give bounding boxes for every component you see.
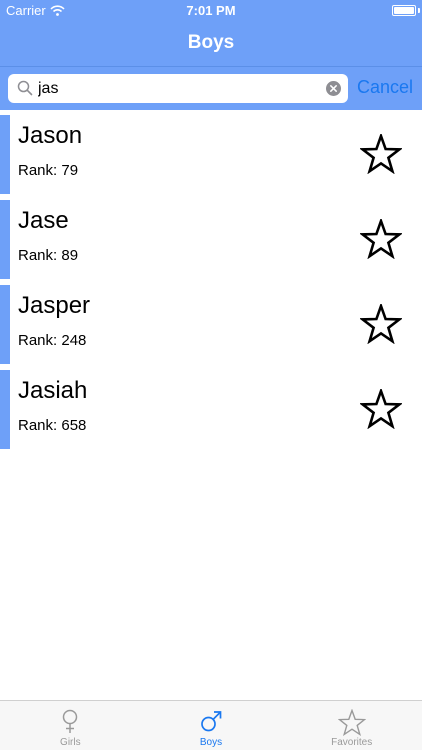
tab-label-favorites: Favorites	[331, 737, 373, 748]
battery-fill	[394, 7, 414, 14]
name-label: Jasiah	[18, 377, 88, 404]
favorite-star-icon[interactable]	[360, 389, 402, 429]
favorite-star-icon[interactable]	[360, 134, 402, 174]
results-list: Jason Rank: 79 Jase Rank: 89 Jasper Rank…	[0, 113, 422, 453]
close-icon	[330, 85, 337, 92]
cancel-button[interactable]: Cancel	[357, 77, 413, 98]
clear-search-icon[interactable]	[326, 81, 341, 96]
search-field[interactable]	[8, 74, 348, 103]
search-input[interactable]	[38, 78, 323, 99]
search-bar: Cancel	[0, 66, 422, 110]
female-symbol-icon	[63, 709, 78, 733]
list-item[interactable]: Jase Rank: 89	[0, 198, 422, 283]
tab-label-boys: Boys	[199, 737, 223, 748]
male-symbol-icon	[201, 711, 222, 732]
name-label: Jase	[18, 207, 69, 234]
row-accent-bar	[0, 115, 10, 194]
name-label: Jason	[18, 122, 83, 149]
tab-bar: Girls Boys Favorites	[0, 700, 422, 750]
status-time: 7:01 PM	[186, 3, 236, 18]
status-bar: Carrier 7:01 PM	[0, 0, 422, 22]
row-accent-bar	[0, 285, 10, 364]
search-icon	[17, 80, 33, 96]
list-item[interactable]: Jason Rank: 79	[0, 113, 422, 198]
star-icon	[337, 709, 366, 736]
rank-label: Rank: 89	[18, 247, 79, 264]
name-label: Jasper	[18, 292, 91, 319]
tab-label-girls: Girls	[60, 737, 81, 748]
favorite-star-icon[interactable]	[360, 304, 402, 344]
rank-label: Rank: 658	[18, 417, 87, 434]
header: Carrier 7:01 PM Boys	[0, 0, 422, 66]
tab-boys[interactable]: Boys	[141, 701, 282, 750]
favorite-star-icon[interactable]	[360, 219, 402, 259]
tab-girls[interactable]: Girls	[0, 701, 141, 750]
battery-tip	[418, 8, 420, 13]
battery-icon	[392, 5, 416, 16]
row-accent-bar	[0, 370, 10, 449]
rank-label: Rank: 248	[18, 332, 87, 349]
tab-favorites[interactable]: Favorites	[281, 701, 422, 750]
row-accent-bar	[0, 200, 10, 279]
rank-label: Rank: 79	[18, 162, 79, 179]
list-item[interactable]: Jasper Rank: 248	[0, 283, 422, 368]
page-title: Boys	[187, 32, 235, 53]
list-item[interactable]: Jasiah Rank: 658	[0, 368, 422, 453]
